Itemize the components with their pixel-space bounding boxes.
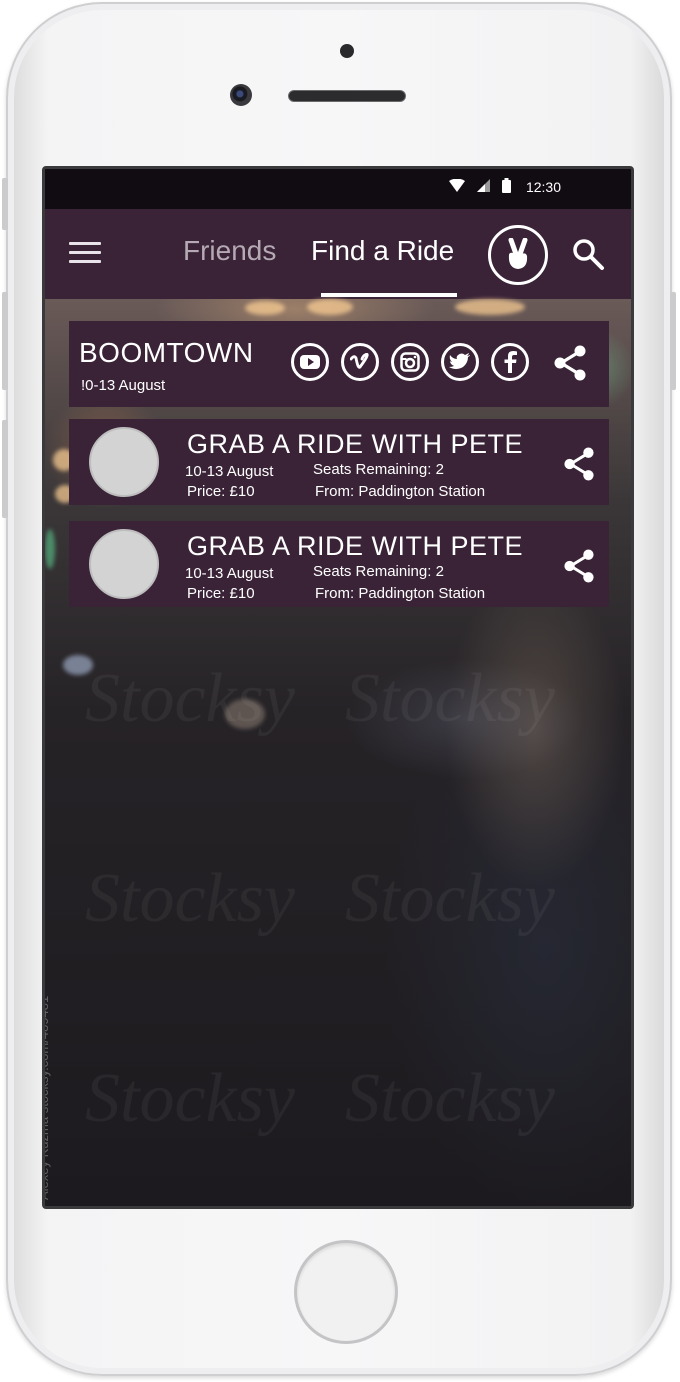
search-icon[interactable]: [571, 237, 605, 271]
earpiece-speaker: [288, 90, 406, 102]
share-icon[interactable]: [563, 549, 595, 583]
app-bar: Friends Find a Ride: [45, 209, 631, 299]
avatar[interactable]: [89, 427, 159, 497]
instagram-icon[interactable]: [391, 343, 429, 381]
event-card[interactable]: BOOMTOWN !0-13 August: [69, 321, 609, 407]
status-time: 12:30: [525, 179, 561, 195]
avatar[interactable]: [89, 529, 159, 599]
twitter-icon[interactable]: [441, 343, 479, 381]
peace-sign-icon: [508, 238, 528, 269]
mute-switch: [2, 178, 8, 230]
ride-from: From: Paddington Station: [315, 483, 486, 500]
share-icon[interactable]: [563, 447, 595, 481]
status-icons: [449, 178, 511, 193]
volume-down-button: [2, 420, 8, 518]
tab-friends[interactable]: Friends: [183, 235, 276, 267]
tab-find-a-ride[interactable]: Find a Ride: [311, 235, 454, 267]
power-button: [670, 292, 676, 390]
proximity-sensor: [340, 44, 354, 58]
facebook-icon[interactable]: [491, 343, 529, 381]
ride-from: From: Paddington Station: [315, 585, 486, 602]
ride-price: Price: £10: [187, 585, 255, 602]
battery-icon: [502, 178, 511, 193]
wifi-icon: [449, 178, 465, 192]
event-title: BOOMTOWN: [79, 337, 254, 368]
ride-seats: Seats Remaining: 2: [313, 563, 444, 580]
home-button[interactable]: [294, 1240, 398, 1344]
status-bar: 12:30: [45, 169, 631, 209]
ride-seats: Seats Remaining: 2: [313, 461, 444, 478]
event-date: !0-13 August: [81, 377, 166, 394]
photo-credit-watermark: Alexey Kuzma stocksy.com/489481: [42, 995, 51, 1200]
peace-sign-button[interactable]: [488, 225, 548, 285]
vimeo-icon[interactable]: [341, 343, 379, 381]
ride-date: 10-13 August: [185, 463, 274, 480]
ride-title: GRAB A RIDE WITH PETE: [187, 531, 524, 561]
signal-icon: [477, 179, 490, 192]
ride-card[interactable]: GRAB A RIDE WITH PETE 10-13 August Price…: [69, 521, 609, 607]
menu-icon[interactable]: [69, 242, 101, 264]
front-camera: [230, 84, 252, 106]
ride-date: 10-13 August: [185, 565, 274, 582]
active-tab-indicator: [321, 293, 457, 297]
youtube-icon[interactable]: [291, 343, 329, 381]
share-icon[interactable]: [553, 345, 587, 381]
volume-up-button: [2, 292, 8, 390]
ride-price: Price: £10: [187, 483, 255, 500]
screen: 12:30 Friends Find a Ride Stocksy Stocks…: [42, 166, 634, 1209]
ride-card[interactable]: GRAB A RIDE WITH PETE 10-13 August Price…: [69, 419, 609, 505]
ride-title: GRAB A RIDE WITH PETE: [187, 429, 524, 459]
